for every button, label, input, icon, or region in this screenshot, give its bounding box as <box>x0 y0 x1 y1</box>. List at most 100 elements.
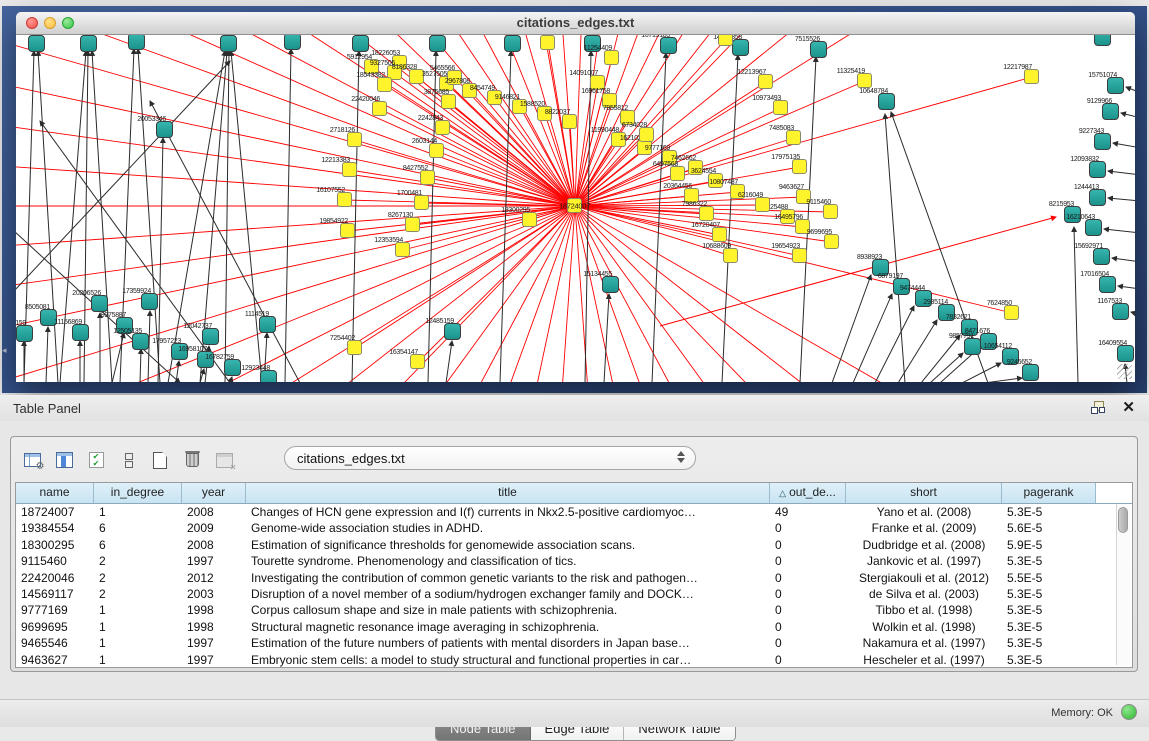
column-header-title[interactable]: title <box>246 483 770 503</box>
table-cell[interactable]: Investigating the contribution of common… <box>246 570 770 586</box>
graph-node[interactable]: 8822037 <box>562 114 577 129</box>
graph-node[interactable]: 10719185 <box>660 37 677 54</box>
table-cell[interactable]: Structural magnetic resonance image aver… <box>246 619 770 635</box>
table-cell[interactable]: 0 <box>770 586 846 602</box>
graph-node[interactable]: 15692971 <box>1093 248 1110 265</box>
table-cell[interactable]: 9699695 <box>16 619 94 635</box>
graph-node[interactable]: 1849556 <box>28 35 45 52</box>
table-row[interactable]: 1830029562008Estimation of significance … <box>16 537 1132 553</box>
table-cell[interactable]: 1998 <box>182 602 246 618</box>
column-header-in_degree[interactable]: in_degree <box>94 483 182 503</box>
graph-node[interactable]: 9227343 <box>1094 133 1111 150</box>
table-cell[interactable]: 1997 <box>182 635 246 651</box>
table-cell[interactable]: Estimation of the future numbers of pati… <box>246 635 770 651</box>
graph-node[interactable]: 2242843 <box>435 120 450 135</box>
graph-node[interactable]: 8427552 <box>420 170 435 185</box>
graph-node[interactable]: 9115460 <box>823 204 838 219</box>
graph-node[interactable]: 7515526 <box>810 41 827 58</box>
table-cell[interactable]: Estimation of significance thresholds fo… <box>246 537 770 553</box>
create-column-icon[interactable] <box>147 447 173 473</box>
graph-node[interactable]: 16720407 <box>712 227 727 242</box>
graph-node[interactable]: 17975135 <box>792 159 807 174</box>
graph-node[interactable]: 1244413 <box>1089 189 1106 206</box>
table-row[interactable]: 946554611997Estimation of the future num… <box>16 635 1132 651</box>
table-cell[interactable]: 5.3E-5 <box>1002 652 1096 668</box>
graph-node[interactable]: 7485083 <box>786 130 801 145</box>
graph-node[interactable]: 11156869 <box>72 324 89 341</box>
table-cell[interactable]: 1997 <box>182 553 246 569</box>
table-cell[interactable]: 49 <box>770 504 846 520</box>
table-row[interactable]: 977716911998Corpus callosum shape and si… <box>16 602 1132 618</box>
graph-node[interactable]: 19854922 <box>340 223 355 238</box>
table-cell[interactable]: Franke et al. (2009) <box>846 520 1002 536</box>
graph-node[interactable]: 16409554 <box>1117 345 1134 362</box>
table-cell[interactable]: 2 <box>94 553 182 569</box>
table-cell[interactable]: 19384554 <box>16 520 94 536</box>
select-all-icon[interactable] <box>83 447 109 473</box>
graph-node[interactable]: 10688609 <box>723 248 738 263</box>
table-cell[interactable]: 5.6E-5 <box>1002 520 1096 536</box>
graph-node[interactable]: 6497568 <box>670 166 685 181</box>
graph-node[interactable]: 12353594 <box>395 242 410 257</box>
network-window[interactable]: citations_edges.txt 18495569040361206437… <box>16 12 1135 382</box>
table-cell[interactable]: Hescheler et al. (1997) <box>846 652 1002 668</box>
table-cell[interactable]: 0 <box>770 652 846 668</box>
graph-node[interactable]: 2603144 <box>429 143 444 158</box>
graph-node[interactable]: 6734028 <box>639 127 654 142</box>
table-cell[interactable]: Changes of HCN gene expression and I(f) … <box>246 504 770 520</box>
minimize-button[interactable] <box>44 17 56 29</box>
table-row[interactable]: 2242004622012Investigating the contribut… <box>16 570 1132 586</box>
close-button[interactable] <box>26 17 38 29</box>
graph-node[interactable]: 9339159 <box>16 325 33 342</box>
graph-node[interactable]: 17016504 <box>1099 276 1116 293</box>
graph-node[interactable]: 12213383 <box>342 162 357 177</box>
graph-node[interactable]: 14671358 <box>732 39 749 56</box>
table-cell[interactable]: 5.3E-5 <box>1002 619 1096 635</box>
graph-node[interactable]: 18300295 <box>522 212 537 227</box>
graph-node[interactable]: 20053346 <box>156 121 173 138</box>
table-cell[interactable]: 1 <box>94 635 182 651</box>
table-cell[interactable]: 0 <box>770 602 846 618</box>
close-panel-icon[interactable]: ✕ <box>1122 398 1135 416</box>
column-header-short[interactable]: short <box>846 483 1002 503</box>
graph-node[interactable]: 8267130 <box>405 217 420 232</box>
table-cell[interactable]: Embryonic stem cells: a model to study s… <box>246 652 770 668</box>
graph-node[interactable]: 20643721 <box>128 35 145 50</box>
graph-node[interactable]: 1167533 <box>1112 303 1129 320</box>
deselect-all-icon[interactable] <box>115 447 141 473</box>
graph-node[interactable]: 3875685 <box>441 94 456 109</box>
table-cell[interactable]: de Silva et al. (2003) <box>846 586 1002 602</box>
table-row[interactable]: 946362711997Embryonic stem cells: a mode… <box>16 652 1132 668</box>
show-columns-icon[interactable] <box>51 447 77 473</box>
graph-node[interactable]: 9040361 <box>80 35 97 52</box>
table-cell[interactable]: 0 <box>770 520 846 536</box>
table-cell[interactable]: 6 <box>94 520 182 536</box>
column-header-name[interactable]: name <box>16 483 94 503</box>
table-row[interactable]: 1938455462009Genome-wide association stu… <box>16 520 1132 536</box>
table-cell[interactable]: Corpus callosum shape and size in male p… <box>246 602 770 618</box>
graph-node[interactable]: 7254402 <box>347 340 362 355</box>
graph-node[interactable]: 6216049 <box>755 197 770 212</box>
table-cell[interactable]: 2 <box>94 586 182 602</box>
graph-node[interactable]: 9857791 <box>964 338 981 355</box>
graph-node[interactable]: 18543382 <box>377 77 392 92</box>
table-cell[interactable]: 5.9E-5 <box>1002 537 1096 553</box>
table-cell[interactable]: Yano et al. (2008) <box>846 504 1002 520</box>
graph-node[interactable]: 20206526 <box>91 295 108 312</box>
panel-collapse-handle[interactable]: ◂ <box>2 345 7 356</box>
table-cell[interactable]: 1 <box>94 619 182 635</box>
vertical-scrollbar[interactable] <box>1116 504 1130 665</box>
graph-node[interactable]: 16107552 <box>337 192 352 207</box>
graph-node[interactable]: 9245652 <box>1022 364 1039 381</box>
table-cell[interactable]: 0 <box>770 553 846 569</box>
table-cell[interactable]: 9463627 <box>16 652 94 668</box>
graph-node[interactable]: 11325419 <box>857 73 872 88</box>
table-cell[interactable]: 5.3E-5 <box>1002 553 1096 569</box>
table-cell[interactable]: 18724007 <box>16 504 94 520</box>
float-window-icon[interactable] <box>1091 401 1105 414</box>
table-cell[interactable]: Genome-wide association studies in ADHD. <box>246 520 770 536</box>
graph-node[interactable]: 18039981 <box>284 35 301 50</box>
node-table[interactable]: namein_degreeyeartitle△out_de...shortpag… <box>15 482 1133 668</box>
graph-node[interactable]: 18724007 <box>567 198 582 213</box>
table-cell[interactable]: 2009 <box>182 520 246 536</box>
